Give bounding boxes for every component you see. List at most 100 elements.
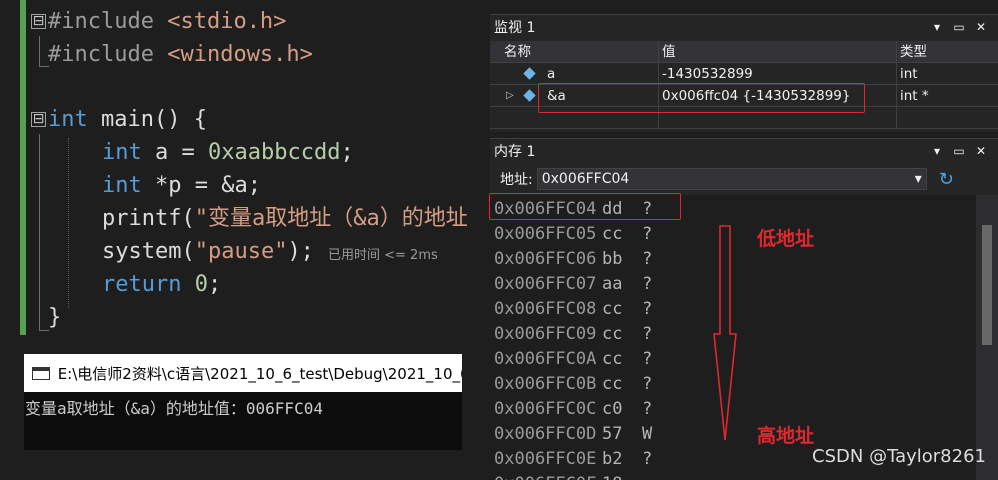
memory-byte[interactable]: cc bbox=[602, 347, 642, 372]
code-line-2[interactable]: #include <windows.h> bbox=[48, 39, 313, 71]
memory-byte[interactable]: cc bbox=[602, 322, 642, 347]
watch-panel[interactable]: 监视 1 ▾ ▭ ✕ 名称 值 类型 a -1430532899 int ▷ &… bbox=[490, 14, 998, 132]
memory-address: 0x006FFC0C bbox=[494, 399, 597, 419]
variable-cube-icon bbox=[523, 67, 536, 80]
memory-byte[interactable]: cc bbox=[602, 372, 642, 397]
watch-item-type: int * bbox=[900, 88, 929, 104]
watch-item-type: int bbox=[900, 66, 918, 82]
function-call: printf( bbox=[102, 206, 195, 231]
panel-close-icon[interactable]: ✕ bbox=[974, 144, 988, 158]
string-literal: "变量a取地址（&a）的地址 bbox=[194, 206, 468, 231]
code-line-8[interactable]: return 0; bbox=[102, 269, 221, 301]
memory-byte[interactable]: bb bbox=[602, 247, 642, 272]
address-bar: 地址: 0x006FFC04 ▾ ↻ bbox=[490, 166, 998, 192]
memory-row[interactable]: 0x006FFC0B cc? bbox=[494, 372, 662, 397]
panel-maximize-icon[interactable]: ▭ bbox=[952, 144, 966, 158]
keyword: int bbox=[102, 140, 142, 165]
memory-char: ? bbox=[642, 349, 653, 369]
memory-address: 0x006FFC08 bbox=[494, 299, 597, 319]
code-text: } bbox=[48, 305, 62, 330]
memory-byte[interactable]: c0 bbox=[602, 397, 642, 422]
code-line-4[interactable]: int a = 0xaabbccdd; bbox=[102, 137, 354, 169]
code-line-6[interactable]: printf("变量a取地址（&a）的地址 bbox=[102, 203, 468, 235]
memory-byte[interactable]: 57 bbox=[602, 422, 642, 447]
code-text: ; bbox=[340, 140, 354, 165]
column-header-type[interactable]: 类型 bbox=[900, 41, 927, 63]
keyword: int bbox=[102, 173, 142, 198]
watch-header-row: 名称 值 类型 bbox=[490, 41, 998, 63]
code-text: *p = &a; bbox=[141, 173, 261, 198]
memory-row[interactable]: 0x006FFC0D 57 W bbox=[494, 422, 662, 447]
refresh-icon[interactable]: ↻ bbox=[939, 169, 954, 190]
memory-char: ? bbox=[642, 299, 653, 319]
watch-panel-header: 监视 1 ▾ ▭ ✕ bbox=[490, 15, 998, 39]
scrollbar-thumb[interactable] bbox=[982, 225, 992, 345]
code-text: main() { bbox=[87, 107, 207, 132]
console-titlebar[interactable]: E:\电信师2资料\c语言\2021_10_6_test\Debug\2021_… bbox=[24, 354, 462, 392]
code-text: a = bbox=[141, 140, 208, 165]
watch-row-a[interactable]: a -1430532899 int bbox=[490, 63, 998, 85]
memory-row[interactable]: 0x006FFC0C c0? bbox=[494, 397, 662, 422]
address-input[interactable]: 0x006FFC04 ▾ bbox=[536, 168, 927, 190]
memory-address: 0x006FFC0A bbox=[494, 349, 597, 369]
memory-char: W bbox=[642, 424, 653, 444]
memory-row[interactable]: 0x006FFC05 cc? bbox=[494, 222, 662, 247]
function-call: system( bbox=[102, 239, 195, 264]
preprocessor-token: #include bbox=[48, 9, 168, 34]
address-dropdown-icon[interactable]: ▾ bbox=[915, 171, 922, 187]
code-line-3[interactable]: int main() { bbox=[48, 104, 207, 136]
memory-char: ? bbox=[642, 249, 653, 269]
memory-row[interactable]: 0x006FFC0A cc? bbox=[494, 347, 662, 372]
memory-row[interactable]: 0x006FFC07 aa? bbox=[494, 272, 662, 297]
number-literal: 0 bbox=[194, 272, 208, 297]
memory-row[interactable]: 0x006FFC06 bb? bbox=[494, 247, 662, 272]
console-title: E:\电信师2资料\c语言\2021_10_6_test\Debug\2021_… bbox=[57, 364, 462, 383]
memory-address: 0x006FFC06 bbox=[494, 249, 597, 269]
watch-item-value[interactable]: -1430532899 bbox=[662, 63, 753, 85]
expand-arrow-icon[interactable]: ▷ bbox=[506, 85, 514, 107]
code-editor[interactable]: ⊟ ⊟ #include <stdio.h> #include <windows… bbox=[0, 0, 490, 350]
number-literal: 0xaabbccdd bbox=[207, 140, 341, 165]
code-line-1[interactable]: #include <stdio.h> bbox=[48, 6, 286, 38]
outline-guide bbox=[39, 36, 40, 66]
code-line-9[interactable]: } bbox=[48, 302, 61, 334]
memory-address: 0x006FFC05 bbox=[494, 224, 597, 244]
include-path: <stdio.h> bbox=[167, 9, 287, 34]
memory-char: ? bbox=[642, 374, 653, 394]
high-address-label: 高地址 bbox=[757, 425, 815, 447]
panel-dropdown-icon[interactable]: ▾ bbox=[930, 144, 944, 158]
code-text: ); bbox=[287, 239, 314, 264]
fold-toggle-icon[interactable]: ⊟ bbox=[31, 14, 46, 29]
memory-byte[interactable]: cc bbox=[602, 222, 642, 247]
fold-toggle-icon[interactable]: ⊟ bbox=[31, 112, 46, 127]
memory-panel-header: 内存 1 ▾ ▭ ✕ bbox=[490, 139, 998, 163]
memory-row[interactable]: 0x006FFC0E b2? bbox=[494, 447, 662, 472]
console-window[interactable]: E:\电信师2资料\c语言\2021_10_6_test\Debug\2021_… bbox=[24, 354, 462, 450]
variable-cube-icon bbox=[523, 89, 536, 102]
memory-address: 0x006FFC0D bbox=[494, 424, 597, 444]
memory-row[interactable]: 0x006FFC09 cc? bbox=[494, 322, 662, 347]
panel-maximize-icon[interactable]: ▭ bbox=[952, 20, 966, 34]
code-line-5[interactable]: int *p = &a; bbox=[102, 170, 261, 202]
memory-address: 0x006FFC09 bbox=[494, 324, 597, 344]
change-indicator-bar bbox=[20, 0, 26, 335]
code-text: ; bbox=[207, 272, 222, 297]
address-label: 地址: bbox=[500, 172, 533, 188]
memory-byte[interactable]: b2 bbox=[602, 447, 642, 472]
memory-byte[interactable]: cc bbox=[602, 297, 642, 322]
column-header-value[interactable]: 值 bbox=[662, 41, 676, 63]
memory-scrollbar[interactable] bbox=[976, 195, 998, 480]
highlight-box-first-byte bbox=[489, 193, 681, 220]
watermark: CSDN @Taylor8261 bbox=[812, 446, 986, 467]
panel-close-icon[interactable]: ✕ bbox=[974, 20, 988, 34]
memory-row[interactable]: 0x006FFC08 cc? bbox=[494, 297, 662, 322]
memory-byte[interactable]: aa bbox=[602, 272, 642, 297]
code-line-7[interactable]: system("pause"); bbox=[102, 236, 314, 268]
console-output: 变量a取地址（&a）的地址值：006FFC04 bbox=[25, 399, 323, 418]
low-address-label: 低地址 bbox=[757, 228, 815, 250]
column-header-name[interactable]: 名称 bbox=[504, 41, 531, 63]
highlight-box-address bbox=[538, 83, 865, 113]
perf-tip-hint: 已用时间 <= 2ms bbox=[328, 248, 438, 263]
panel-dropdown-icon[interactable]: ▾ bbox=[930, 20, 944, 34]
